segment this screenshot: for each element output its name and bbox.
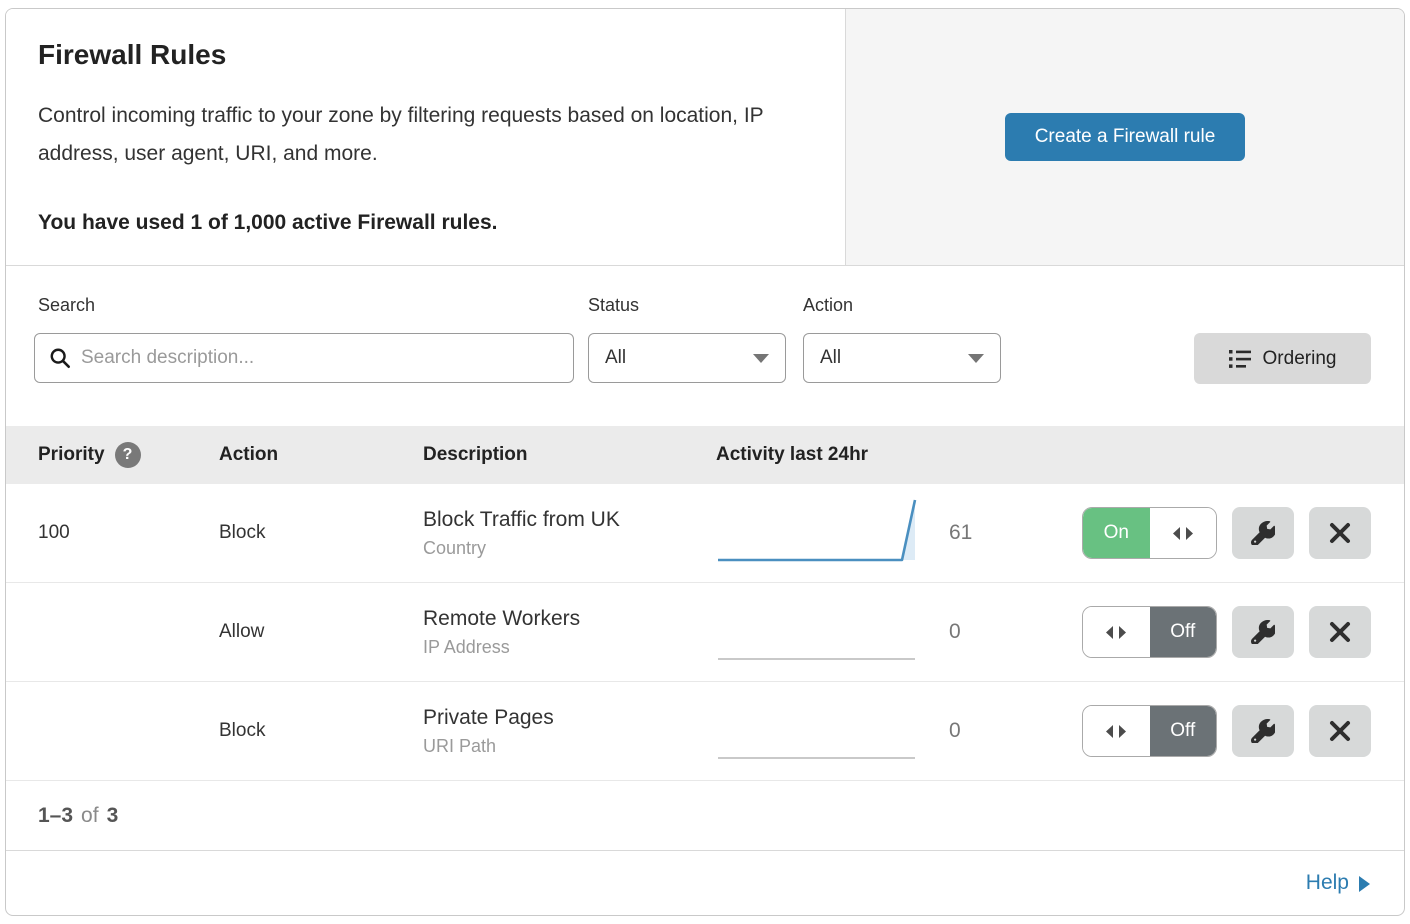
help-bar: Help bbox=[6, 851, 1404, 915]
delete-rule-button[interactable] bbox=[1309, 705, 1371, 757]
rule-action: Allow bbox=[219, 621, 423, 643]
usage-note: You have used 1 of 1,000 active Firewall… bbox=[38, 211, 805, 235]
description-column-header: Description bbox=[423, 444, 706, 466]
wrench-icon bbox=[1251, 620, 1275, 644]
rule-match-type: IP Address bbox=[423, 637, 706, 658]
toggle-on-label: On bbox=[1083, 508, 1150, 558]
priority-help-icon[interactable]: ? bbox=[115, 442, 141, 468]
edit-rule-button[interactable] bbox=[1232, 507, 1294, 559]
rule-enabled-toggle[interactable]: Off bbox=[1082, 705, 1217, 757]
table-header: Priority ? Action Description Activity l… bbox=[6, 426, 1404, 484]
status-select[interactable]: All bbox=[588, 333, 786, 383]
table-row: Allow Remote Workers IP Address 0 Off bbox=[6, 583, 1404, 682]
rule-action: Block bbox=[219, 720, 423, 742]
action-column-header: Action bbox=[219, 444, 423, 466]
activity-column-header: Activity last 24hr bbox=[706, 444, 921, 466]
pagination-range: 1–3 bbox=[38, 804, 73, 828]
help-link[interactable]: Help bbox=[1306, 871, 1370, 895]
toggle-off-label: Off bbox=[1150, 607, 1217, 657]
edit-rule-button[interactable] bbox=[1232, 606, 1294, 658]
priority-column-header: Priority bbox=[38, 444, 105, 466]
drag-handle-icon bbox=[1106, 626, 1126, 639]
status-label: Status bbox=[588, 295, 639, 316]
page-description: Control incoming traffic to your zone by… bbox=[38, 97, 808, 173]
pagination-total: 3 bbox=[107, 804, 119, 828]
action-label: Action bbox=[803, 295, 853, 316]
ordering-button-label: Ordering bbox=[1263, 348, 1337, 370]
table-row: 100 Block Block Traffic from UK Country … bbox=[6, 484, 1404, 583]
edit-rule-button[interactable] bbox=[1232, 705, 1294, 757]
chevron-down-icon bbox=[753, 354, 769, 363]
chevron-down-icon bbox=[968, 354, 984, 363]
filter-bar: Search Status All Action All bbox=[6, 266, 1404, 426]
close-icon bbox=[1329, 720, 1351, 742]
activity-sparkline bbox=[716, 692, 921, 764]
drag-handle-icon bbox=[1173, 527, 1193, 540]
help-link-label: Help bbox=[1306, 871, 1349, 895]
activity-sparkline bbox=[716, 593, 921, 665]
rule-description: Private Pages bbox=[423, 706, 706, 730]
ordering-button[interactable]: Ordering bbox=[1194, 333, 1371, 384]
rule-enabled-toggle[interactable]: Off bbox=[1082, 606, 1217, 658]
header-section: Firewall Rules Control incoming traffic … bbox=[6, 9, 1404, 266]
rule-description: Block Traffic from UK bbox=[423, 508, 706, 532]
activity-count: 0 bbox=[921, 719, 1021, 743]
create-firewall-rule-button[interactable]: Create a Firewall rule bbox=[1005, 113, 1246, 161]
pagination-bar: 1–3 of 3 bbox=[6, 781, 1404, 851]
wrench-icon bbox=[1251, 521, 1275, 545]
status-select-value: All bbox=[605, 347, 626, 369]
table-row: Block Private Pages URI Path 0 Off bbox=[6, 682, 1404, 781]
activity-count: 0 bbox=[921, 620, 1021, 644]
search-input[interactable] bbox=[81, 347, 559, 369]
header-action-panel: Create a Firewall rule bbox=[846, 9, 1404, 265]
action-select-value: All bbox=[820, 347, 841, 369]
activity-count: 61 bbox=[921, 521, 1021, 545]
delete-rule-button[interactable] bbox=[1309, 507, 1371, 559]
rule-match-type: Country bbox=[423, 538, 706, 559]
close-icon bbox=[1329, 621, 1351, 643]
help-arrow-icon bbox=[1359, 876, 1370, 892]
list-ordering-icon bbox=[1229, 349, 1251, 369]
wrench-icon bbox=[1251, 719, 1275, 743]
rule-priority: 100 bbox=[38, 522, 219, 544]
rule-action: Block bbox=[219, 522, 423, 544]
firewall-rules-panel: Firewall Rules Control incoming traffic … bbox=[5, 8, 1405, 916]
rule-description: Remote Workers bbox=[423, 607, 706, 631]
rule-enabled-toggle[interactable]: On bbox=[1082, 507, 1217, 559]
pagination-of-label: of bbox=[81, 804, 99, 828]
action-select[interactable]: All bbox=[803, 333, 1001, 383]
delete-rule-button[interactable] bbox=[1309, 606, 1371, 658]
search-label: Search bbox=[38, 295, 95, 316]
close-icon bbox=[1329, 522, 1351, 544]
header-text-block: Firewall Rules Control incoming traffic … bbox=[6, 9, 846, 265]
page-title: Firewall Rules bbox=[38, 39, 805, 71]
activity-sparkline bbox=[716, 494, 921, 566]
search-box bbox=[34, 333, 574, 383]
rule-match-type: URI Path bbox=[423, 736, 706, 757]
search-icon bbox=[49, 347, 71, 369]
toggle-off-label: Off bbox=[1150, 706, 1217, 756]
drag-handle-icon bbox=[1106, 725, 1126, 738]
